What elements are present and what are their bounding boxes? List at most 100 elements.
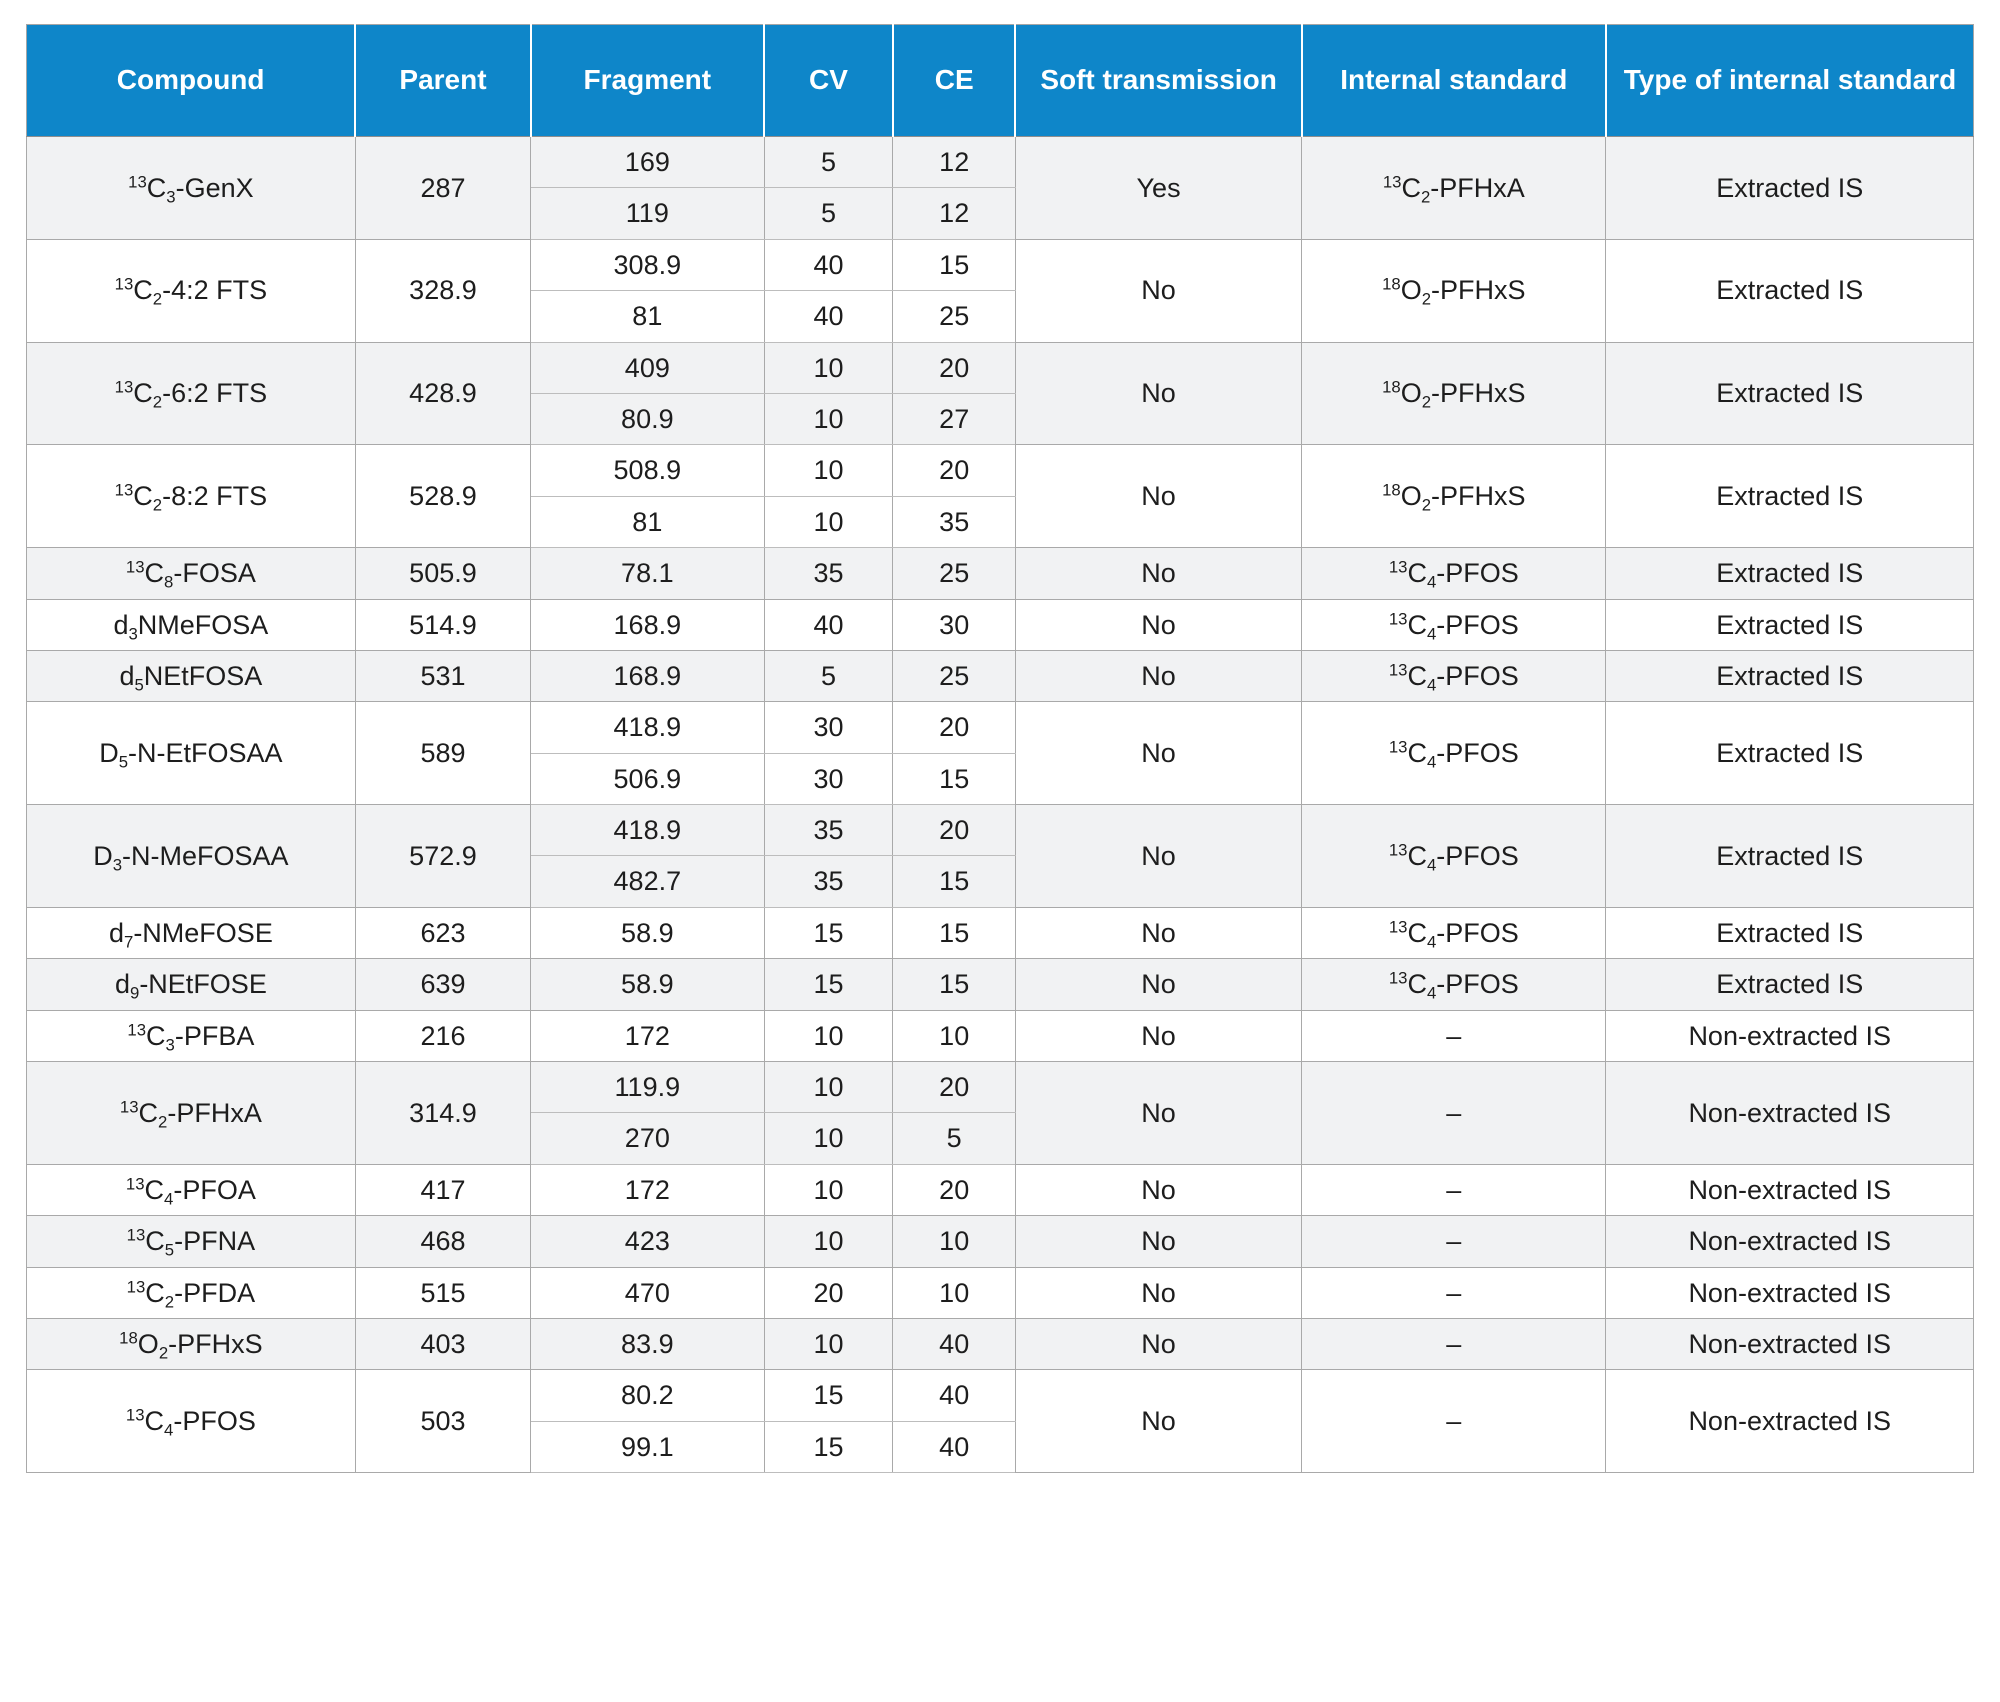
cell-ce: 15 bbox=[892, 752, 1016, 806]
cell-fragment: 80.9 bbox=[530, 392, 765, 446]
cell-soft-transmission: No bbox=[1014, 1215, 1303, 1268]
cell-cv: 30 bbox=[763, 752, 894, 806]
cell-soft-transmission: No bbox=[1014, 1266, 1303, 1319]
cell-fragment: 172 bbox=[530, 1163, 765, 1217]
cell-parent: 287 bbox=[354, 136, 532, 240]
cell-ce: 40 bbox=[892, 1369, 1016, 1422]
cell-fragment: 81 bbox=[530, 495, 765, 549]
cell-fragment: 78.1 bbox=[530, 547, 765, 600]
ms-transitions-table: Compound Parent Fragment CV CE Soft tran… bbox=[26, 24, 1974, 1474]
cell-cv: 5 bbox=[763, 135, 894, 189]
cell-cv: 40 bbox=[763, 598, 894, 651]
column-header-type-of-internal-standard: Type of internal standard bbox=[1605, 24, 1974, 137]
table-row: 13C2-PFDA 515 470 20 10 No – Non-extracted IS bbox=[26, 1266, 1974, 1319]
cell-compound: D3-N-MeFOSAA bbox=[26, 804, 356, 908]
cell-internal-standard: 18O2-PFHxS bbox=[1301, 444, 1607, 549]
cell-ce: 12 bbox=[892, 135, 1016, 189]
cell-ce: 5 bbox=[892, 1112, 1016, 1165]
cell-fragment: 81 bbox=[530, 290, 765, 343]
cell-type-of-internal-standard: Extracted IS bbox=[1605, 238, 1974, 343]
cell-type-of-internal-standard: Extracted IS bbox=[1605, 547, 1974, 600]
cell-soft-transmission: No bbox=[1014, 598, 1303, 651]
cell-fragment: 119.9 bbox=[530, 1061, 765, 1114]
cell-cv: 10 bbox=[763, 1061, 894, 1114]
table-row: 13C2-6:2 FTS 428.9 409 10 20 No 18O2-PFHxS Extr… bbox=[26, 341, 1974, 446]
cell-type-of-internal-standard: Extracted IS bbox=[1605, 906, 1974, 960]
cell-parent: 623 bbox=[354, 906, 532, 960]
cell-internal-standard: – bbox=[1301, 1163, 1607, 1217]
cell-fragment: 482.7 bbox=[530, 855, 765, 908]
cell-fragment: 168.9 bbox=[530, 598, 765, 651]
cell-internal-standard: 13C4-PFOS bbox=[1301, 547, 1607, 600]
cell-fragment: 58.9 bbox=[530, 906, 765, 960]
cell-fragment: 423 bbox=[530, 1215, 765, 1268]
table-row: 13C4-PFOA 417 172 10 20 No – Non-extracted IS bbox=[26, 1163, 1974, 1217]
cell-soft-transmission: No bbox=[1014, 1009, 1303, 1063]
cell-compound: 13C4-PFOS bbox=[26, 1369, 356, 1474]
table-container: Compound Parent Fragment CV CE Soft tran… bbox=[0, 0, 2000, 1474]
cell-soft-transmission: No bbox=[1014, 1163, 1303, 1217]
cell-compound: 13C4-PFOA bbox=[26, 1163, 356, 1217]
column-header-soft-transmission: Soft transmission bbox=[1015, 24, 1303, 137]
cell-fragment: 83.9 bbox=[530, 1317, 765, 1371]
cell-parent: 515 bbox=[354, 1266, 532, 1319]
cell-internal-standard: – bbox=[1301, 1317, 1607, 1371]
cell-parent: 468 bbox=[354, 1215, 532, 1268]
cell-cv: 10 bbox=[763, 1112, 894, 1165]
cell-parent: 572.9 bbox=[354, 804, 532, 908]
cell-type-of-internal-standard: Extracted IS bbox=[1605, 804, 1974, 908]
cell-soft-transmission: No bbox=[1014, 1061, 1303, 1165]
cell-internal-standard: 13C4-PFOS bbox=[1301, 804, 1607, 908]
table-row: 18O2-PFHxS 403 83.9 10 40 No – Non-extracted IS bbox=[26, 1317, 1974, 1371]
cell-internal-standard: – bbox=[1301, 1061, 1607, 1165]
column-header-cv: CV bbox=[764, 24, 894, 137]
cell-compound: 13C2-4:2 FTS bbox=[26, 238, 356, 343]
cell-type-of-internal-standard: Extracted IS bbox=[1605, 341, 1974, 446]
cell-cv: 5 bbox=[763, 649, 894, 703]
cell-parent: 216 bbox=[354, 1009, 532, 1063]
cell-cv: 15 bbox=[763, 1420, 894, 1474]
cell-parent: 639 bbox=[354, 958, 532, 1011]
cell-internal-standard: 13C4-PFOS bbox=[1301, 958, 1607, 1011]
table-row: 13C3-PFBA 216 172 10 10 No – Non-extracted IS bbox=[26, 1009, 1974, 1063]
table-row: 13C5-PFNA 468 423 10 10 No – Non-extracted IS bbox=[26, 1215, 1974, 1268]
cell-type-of-internal-standard: Non-extracted IS bbox=[1605, 1317, 1974, 1371]
cell-parent: 428.9 bbox=[354, 341, 532, 446]
cell-ce: 20 bbox=[892, 341, 1016, 394]
cell-soft-transmission: No bbox=[1014, 701, 1303, 806]
table-row: 13C4-PFOS 503 80.2 15 40 No – Non-extracted IS bbox=[26, 1369, 1974, 1474]
cell-fragment: 418.9 bbox=[530, 701, 765, 754]
cell-internal-standard: – bbox=[1301, 1009, 1607, 1063]
cell-type-of-internal-standard: Non-extracted IS bbox=[1605, 1215, 1974, 1268]
cell-type-of-internal-standard: Non-extracted IS bbox=[1605, 1163, 1974, 1217]
cell-parent: 328.9 bbox=[354, 238, 532, 343]
cell-soft-transmission: No bbox=[1014, 1317, 1303, 1371]
table-row: d3NMeFOSA 514.9 168.9 40 30 No 13C4-PFOS Extrac… bbox=[26, 598, 1974, 651]
column-header-internal-standard: Internal standard bbox=[1301, 24, 1607, 137]
cell-parent: 531 bbox=[354, 649, 532, 703]
cell-type-of-internal-standard: Non-extracted IS bbox=[1605, 1061, 1974, 1165]
column-header-ce: CE bbox=[892, 24, 1017, 137]
table-row: 13C2-4:2 FTS 328.9 308.9 40 15 No 18O2-PFHxS Ex… bbox=[26, 238, 1974, 343]
cell-fragment: 418.9 bbox=[530, 804, 765, 857]
cell-fragment: 172 bbox=[530, 1009, 765, 1063]
cell-ce: 15 bbox=[892, 238, 1016, 292]
table-row: d7-NMeFOSE 623 58.9 15 15 No 13C4-PFOS Extracte… bbox=[26, 906, 1974, 960]
table-row: D3-N-MeFOSAA 572.9 418.9 35 20 No 13C4-PFOS Ext… bbox=[26, 804, 1974, 908]
cell-type-of-internal-standard: Extracted IS bbox=[1605, 136, 1974, 240]
cell-parent: 403 bbox=[354, 1317, 532, 1371]
cell-internal-standard: 18O2-PFHxS bbox=[1301, 341, 1607, 446]
cell-compound: 13C8-FOSA bbox=[26, 547, 356, 600]
cell-type-of-internal-standard: Non-extracted IS bbox=[1605, 1266, 1974, 1319]
cell-soft-transmission: Yes bbox=[1014, 136, 1303, 240]
cell-ce: 25 bbox=[892, 290, 1016, 343]
cell-ce: 15 bbox=[892, 958, 1016, 1011]
cell-internal-standard: – bbox=[1301, 1266, 1607, 1319]
cell-soft-transmission: No bbox=[1014, 1369, 1303, 1474]
cell-internal-standard: – bbox=[1301, 1369, 1607, 1474]
table-row: 13C8-FOSA 505.9 78.1 35 25 No 13C4-PFOS Extract… bbox=[26, 547, 1974, 600]
cell-compound: 18O2-PFHxS bbox=[26, 1317, 356, 1371]
cell-soft-transmission: No bbox=[1014, 547, 1303, 600]
cell-ce: 35 bbox=[892, 495, 1016, 549]
cell-ce: 20 bbox=[892, 1163, 1016, 1217]
